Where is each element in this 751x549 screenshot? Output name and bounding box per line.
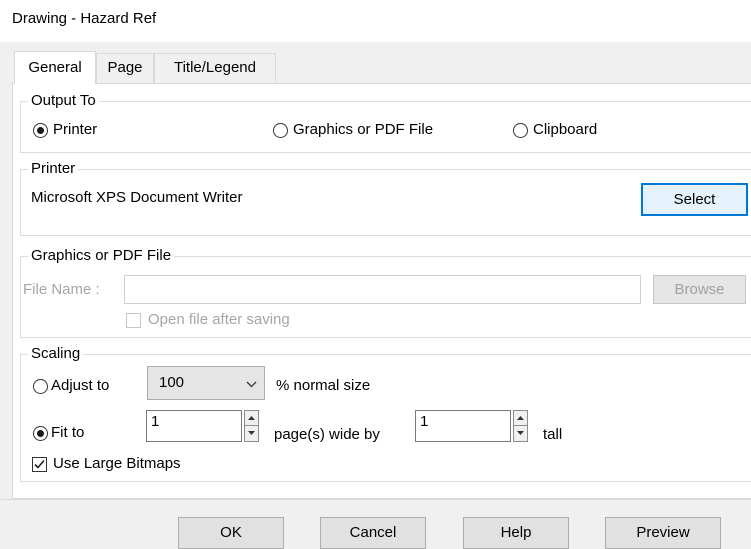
adjust-size-value: 100 bbox=[159, 374, 185, 391]
preview-button[interactable]: Preview bbox=[605, 517, 721, 549]
select-printer-button[interactable]: Select bbox=[641, 183, 748, 216]
printer-radio-label[interactable]: Printer bbox=[53, 121, 97, 138]
open-after-saving-label[interactable]: Open file after saving bbox=[148, 311, 290, 328]
tab-page[interactable]: Page bbox=[96, 53, 154, 83]
spin-up-icon bbox=[248, 416, 255, 420]
graphics-file-title: Graphics or PDF File bbox=[28, 247, 175, 264]
pages-wide-up[interactable] bbox=[245, 411, 258, 426]
open-after-saving-checkbox[interactable] bbox=[126, 313, 141, 328]
pages-wide-down[interactable] bbox=[245, 426, 258, 441]
help-button[interactable]: Help bbox=[463, 517, 569, 549]
pages-wide-input[interactable]: 1 bbox=[146, 410, 242, 442]
file-name-input[interactable] bbox=[124, 275, 641, 304]
spin-up-icon bbox=[517, 416, 524, 420]
tab-general[interactable]: General bbox=[14, 51, 96, 84]
title-bar: Drawing - Hazard Ref bbox=[0, 0, 751, 42]
cancel-button[interactable]: Cancel bbox=[320, 517, 426, 549]
fit-to-label[interactable]: Fit to bbox=[51, 424, 84, 441]
ok-button[interactable]: OK bbox=[178, 517, 284, 549]
pages-wide-spinner[interactable] bbox=[244, 410, 259, 442]
output-to-title: Output To bbox=[28, 92, 99, 109]
normal-size-label: % normal size bbox=[276, 377, 371, 394]
graphics-pdf-radio[interactable] bbox=[273, 123, 288, 138]
spin-down-icon bbox=[248, 431, 255, 435]
checkmark-icon bbox=[34, 459, 45, 469]
pages-tall-spinner[interactable] bbox=[513, 410, 528, 442]
printer-radio[interactable] bbox=[33, 123, 48, 138]
adjust-size-dropdown[interactable]: 100 bbox=[147, 366, 265, 400]
tab-strip: General Page Title/Legend bbox=[0, 51, 751, 84]
printer-name: Microsoft XPS Document Writer bbox=[31, 189, 243, 206]
window-title: Drawing - Hazard Ref bbox=[12, 10, 157, 27]
pages-tall-input[interactable]: 1 bbox=[415, 410, 511, 442]
browse-button[interactable]: Browse bbox=[653, 275, 746, 304]
tab-title-legend[interactable]: Title/Legend bbox=[154, 53, 276, 83]
pages-tall-down[interactable] bbox=[514, 426, 527, 441]
large-bitmaps-label[interactable]: Use Large Bitmaps bbox=[53, 455, 181, 472]
adjust-to-label[interactable]: Adjust to bbox=[51, 377, 109, 394]
clipboard-radio[interactable] bbox=[513, 123, 528, 138]
pages-wide-label: page(s) wide by bbox=[274, 426, 380, 443]
pages-tall-up[interactable] bbox=[514, 411, 527, 426]
scaling-title: Scaling bbox=[28, 345, 84, 362]
printer-group-title: Printer bbox=[28, 160, 79, 177]
graphics-pdf-radio-label[interactable]: Graphics or PDF File bbox=[293, 121, 433, 138]
large-bitmaps-checkbox[interactable] bbox=[32, 457, 47, 472]
adjust-to-radio[interactable] bbox=[33, 379, 48, 394]
fit-to-radio[interactable] bbox=[33, 426, 48, 441]
tall-label: tall bbox=[543, 426, 563, 443]
chevron-down-icon bbox=[246, 381, 257, 388]
spin-down-icon bbox=[517, 431, 524, 435]
clipboard-radio-label[interactable]: Clipboard bbox=[533, 121, 597, 138]
file-name-label: File Name : bbox=[23, 281, 100, 298]
